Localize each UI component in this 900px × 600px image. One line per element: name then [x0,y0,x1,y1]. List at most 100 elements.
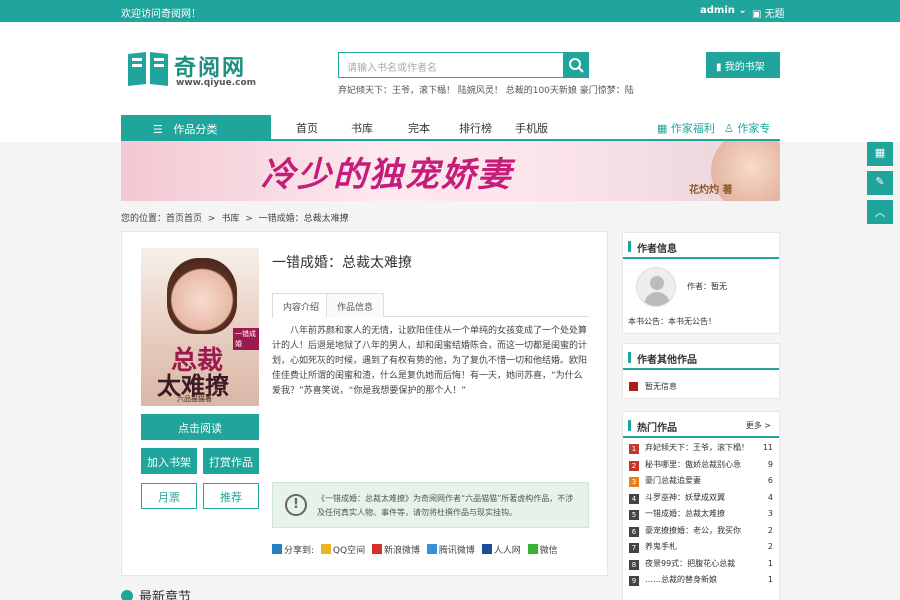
username: admin [700,5,735,16]
list-item[interactable]: 9 ……总裁的替身新娘 1 [629,574,773,591]
hot-works-panel: 热门作品 更多 > 1 弃妃倾天下：王爷，滚下榻！ 11 2 秘书哪里：傲娇总裁别心急 9… [622,411,780,600]
bookshelf-icon: ▮ [716,62,722,73]
add-shelf-button[interactable]: 加入书架 [141,448,197,474]
share-wechat[interactable]: 微信 [540,546,558,556]
other-work-item[interactable]: 暂无信息 [645,381,677,392]
cover-illustration [167,258,237,334]
qzone-icon [320,544,331,554]
share-renren[interactable]: 人人网 [494,546,521,556]
work-title: ……总裁的替身新娘 [645,575,717,584]
promo-banner[interactable]: 冷少的独宠娇妻 花灼灼 著 [121,141,780,201]
work-count: 2 [767,542,773,551]
read-button[interactable]: 点击阅读 [141,414,259,440]
work-title: 夜景99式：把腹花心总裁 [645,558,736,568]
rank-badge: 3 [629,477,639,487]
hot-works-header: 热门作品 更多 > [623,412,779,438]
nav-ranking[interactable]: 排行榜 [459,120,492,136]
list-item[interactable]: 6 豪宠撩撩婚：老公，我买你 2 [629,525,773,542]
rank-badge: 8 [629,559,639,570]
share-sina-weibo[interactable]: 新浪微博 [384,546,420,556]
category-menu-button[interactable]: ☰ 作品分类 [121,115,271,141]
breadcrumb-library[interactable]: 书库 [221,214,239,224]
renren-icon [481,544,492,554]
qr-code-button[interactable]: ▦ [867,142,893,166]
alert-icon: ! [285,494,307,516]
nav-mobile[interactable]: 手机版 [515,120,548,136]
chevron-down-icon: ⌄ [738,5,747,16]
feedback-icon: ✎ [875,175,885,188]
chevron-up-icon: ︿ [874,206,886,219]
breadcrumb-home[interactable]: 您的位置：首页首页 [121,214,202,224]
logo-url: www.qiyue.com [176,78,257,88]
rank-badge: 9 [629,576,639,586]
share-tencent-weibo[interactable]: 腾讯微博 [439,546,475,556]
writer-welfare-label: 作家福利 [670,122,715,135]
tab-work-info[interactable]: 作品信息 [326,293,385,317]
disclaimer-text: 《一错成婚：总裁太难撩》为奇阅网作者“六品猫猫”所著虚构作品，不涉及任何真实人物… [317,494,574,517]
back-to-top-button[interactable]: ︿ [867,200,893,224]
book-title: 一错成婚：总裁太难撩 [272,255,412,271]
work-title: 豪门总裁追爱妻 [645,476,701,485]
work-count: 9 [767,459,773,469]
site-logo[interactable]: 奇阅网 www.qiyue.com [126,48,266,92]
author-name: 作者：暂无 [687,282,727,291]
menu-icon: ☰ [153,123,163,136]
nav-home[interactable]: 首页 [296,120,318,136]
author-info-header: 作者信息 [623,233,779,259]
work-title: 豪宠撩撩婚：老公，我买你 [645,525,741,535]
category-label: 作品分类 [173,123,218,136]
weibo-icon [371,544,382,554]
breadcrumb-current[interactable]: 一错成婚：总裁太难撩 [259,214,349,224]
author-info-panel: 作者信息 作者：暂无 本书公告：本书无公告！ [622,232,780,334]
nav-writer-welfare[interactable]: ▦ 作家福利 [657,120,715,136]
work-count: 1 [767,558,773,568]
recommend-button[interactable]: 推荐 [203,483,259,509]
list-item[interactable]: 4 斗罗巫神：妖孽成双翼 4 [629,492,773,509]
hot-works-more-link[interactable]: 更多 > [746,420,771,431]
disclaimer-notice: ! 《一错成婚：总裁太难撩》为奇阅网作者“六品猫猫”所著虚构作品，不涉及任何真实… [272,482,589,528]
wechat-icon [527,544,538,554]
work-count: 2 [767,525,773,535]
share-qzone[interactable]: QQ空间 [333,546,365,556]
work-title: 弃妃倾天下：王爷，滚下榻！ [645,443,749,452]
reward-button[interactable]: 打赏作品 [203,448,259,474]
search-input[interactable]: 请输入书名或作者名 [338,52,564,78]
logout-link[interactable]: ▣ 无题 [752,5,785,20]
cover-badge: 一错成婚 [233,328,259,350]
search-button[interactable] [563,52,589,78]
gift-icon: ▦ [657,122,668,135]
user-icon: ♙ [724,122,734,135]
qr-code-icon: ▦ [874,146,886,159]
cover-author: 六品猫猫著 [177,395,212,403]
user-menu[interactable]: admin ⌄ [700,5,747,16]
rank-badge: 2 [629,460,639,471]
tencent-weibo-icon [426,544,437,554]
logout-label: 无题 [764,9,785,20]
my-bookshelf-button[interactable]: ▮ 我的书架 [706,52,780,78]
welcome-text: 欢迎访问奇阅网！ [121,9,201,20]
work-count: 3 [767,509,773,518]
feedback-button[interactable]: ✎ [867,171,893,195]
list-item[interactable]: 8 夜景99式：把腹花心总裁 1 [629,558,773,575]
work-title: 一错成婚：总裁太难撩 [645,509,725,518]
rank-badge: 4 [629,493,639,504]
breadcrumb-sep: > [245,214,253,224]
nav-completed[interactable]: 完本 [408,120,430,136]
book-logo-icon [128,52,168,86]
monthly-ticket-button[interactable]: 月票 [141,483,197,509]
tab-introduction[interactable]: 内容介绍 [272,293,331,318]
book-cover[interactable]: 一错成婚 总裁 太难撩 六品猫猫著 [141,248,259,406]
bookshelf-label: 我的书架 [724,62,765,73]
hot-search-words[interactable]: 弃妃倾天下：王爷，滚下榻！ 陆婉风灵！ 总裁的100天新娘 豪门惊梦：陆 [338,83,634,96]
list-item[interactable]: 2 秘书哪里：傲娇总裁别心急 9 [629,459,773,476]
list-item[interactable]: 3 豪门总裁追爱妻 6 [629,475,773,492]
other-works-panel: 作者其他作品 暂无信息 [622,343,780,399]
list-item[interactable]: 5 一错成婚：总裁太难撩 3 [629,508,773,525]
rank-badge: 7 [629,543,639,553]
book-detail-panel: 一错成婚 总裁 太难撩 六品猫猫著 点击阅读 加入书架 打赏作品 月票 推荐 一… [121,231,608,576]
banner-title: 冷少的独宠娇妻 [261,155,513,195]
list-item[interactable]: 7 养鬼手札 2 [629,541,773,558]
list-item[interactable]: 1 弃妃倾天下：王爷，滚下榻！ 11 [629,442,773,459]
nav-library[interactable]: 书库 [351,120,373,136]
rank-badge: 1 [629,444,639,454]
